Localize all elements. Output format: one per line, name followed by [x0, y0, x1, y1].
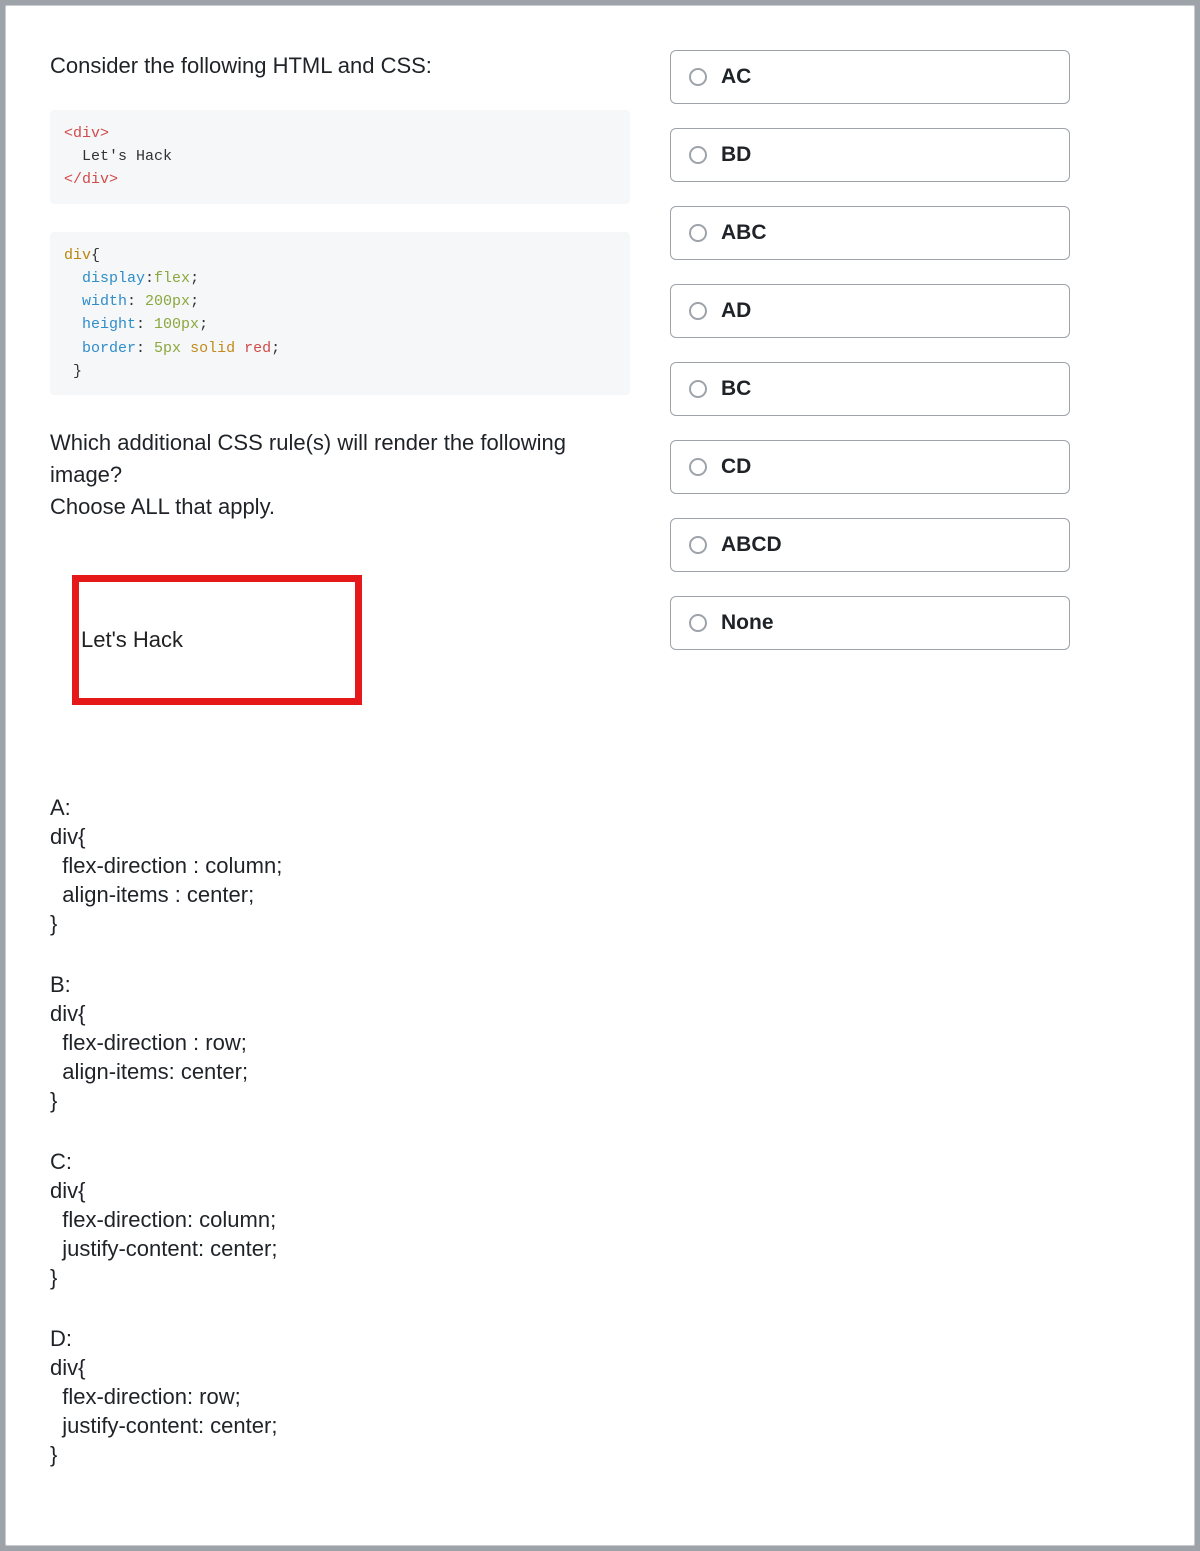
prompt-line: Which additional CSS rule(s) will render… [50, 430, 566, 487]
code-text: ; [271, 340, 280, 357]
code-text: : [127, 293, 145, 310]
radio-icon [689, 380, 707, 398]
snippet-b: B: div{ flex-direction : row; align-item… [50, 970, 630, 1115]
rendered-text: Let's Hack [81, 627, 183, 653]
answer-options-column: AC BD ABC AD BC CD ABCD None [670, 50, 1070, 1501]
code-text: : [136, 316, 154, 333]
code-block-css: div{ display:flex; width: 200px; height:… [50, 232, 630, 396]
option-abcd[interactable]: ABCD [670, 518, 1070, 572]
snippet-d: D: div{ flex-direction: row; justify-con… [50, 1324, 630, 1469]
option-label: ABCD [721, 533, 782, 557]
code-text: border [82, 340, 136, 357]
snippet-c: C: div{ flex-direction: column; justify-… [50, 1147, 630, 1292]
code-text: : [145, 270, 154, 287]
code-text: </div> [64, 171, 118, 188]
css-snippet-list: A: div{ flex-direction : column; align-i… [50, 793, 630, 1470]
option-bd[interactable]: BD [670, 128, 1070, 182]
radio-icon [689, 146, 707, 164]
code-text: width [82, 293, 127, 310]
code-text: ; [199, 316, 208, 333]
option-label: None [721, 611, 774, 635]
question-intro: Consider the following HTML and CSS: [50, 50, 630, 82]
code-text: ; [190, 270, 199, 287]
code-text: red [244, 340, 271, 357]
code-text: height [82, 316, 136, 333]
code-text: 200px [145, 293, 190, 310]
option-label: CD [721, 455, 751, 479]
option-cd[interactable]: CD [670, 440, 1070, 494]
rendered-output-preview: Let's Hack [72, 575, 362, 705]
option-ad[interactable]: AD [670, 284, 1070, 338]
code-text: } [64, 363, 82, 380]
code-text: { [91, 247, 100, 264]
code-text: solid [190, 340, 235, 357]
code-text: display [82, 270, 145, 287]
option-label: BC [721, 377, 751, 401]
code-block-html: <div> Let's Hack </div> [50, 110, 630, 204]
option-abc[interactable]: ABC [670, 206, 1070, 260]
option-label: ABC [721, 221, 767, 245]
code-text: : [136, 340, 154, 357]
quiz-page: Consider the following HTML and CSS: <di… [5, 5, 1195, 1546]
code-text: 100px [154, 316, 199, 333]
code-text: <div> [64, 125, 109, 142]
snippet-a: A: div{ flex-direction : column; align-i… [50, 793, 630, 938]
option-none[interactable]: None [670, 596, 1070, 650]
code-text: div [64, 247, 91, 264]
code-text: 5px [154, 340, 181, 357]
code-text: flex [154, 270, 190, 287]
radio-icon [689, 614, 707, 632]
option-label: BD [721, 143, 751, 167]
code-text: Let's Hack [64, 148, 172, 165]
question-column: Consider the following HTML and CSS: <di… [50, 50, 630, 1501]
radio-icon [689, 68, 707, 86]
radio-icon [689, 224, 707, 242]
radio-icon [689, 536, 707, 554]
option-label: AD [721, 299, 751, 323]
option-label: AC [721, 65, 751, 89]
radio-icon [689, 302, 707, 320]
prompt-line: Choose ALL that apply. [50, 494, 275, 519]
question-prompt: Which additional CSS rule(s) will render… [50, 427, 630, 523]
option-bc[interactable]: BC [670, 362, 1070, 416]
code-text: ; [190, 293, 199, 310]
radio-icon [689, 458, 707, 476]
option-ac[interactable]: AC [670, 50, 1070, 104]
